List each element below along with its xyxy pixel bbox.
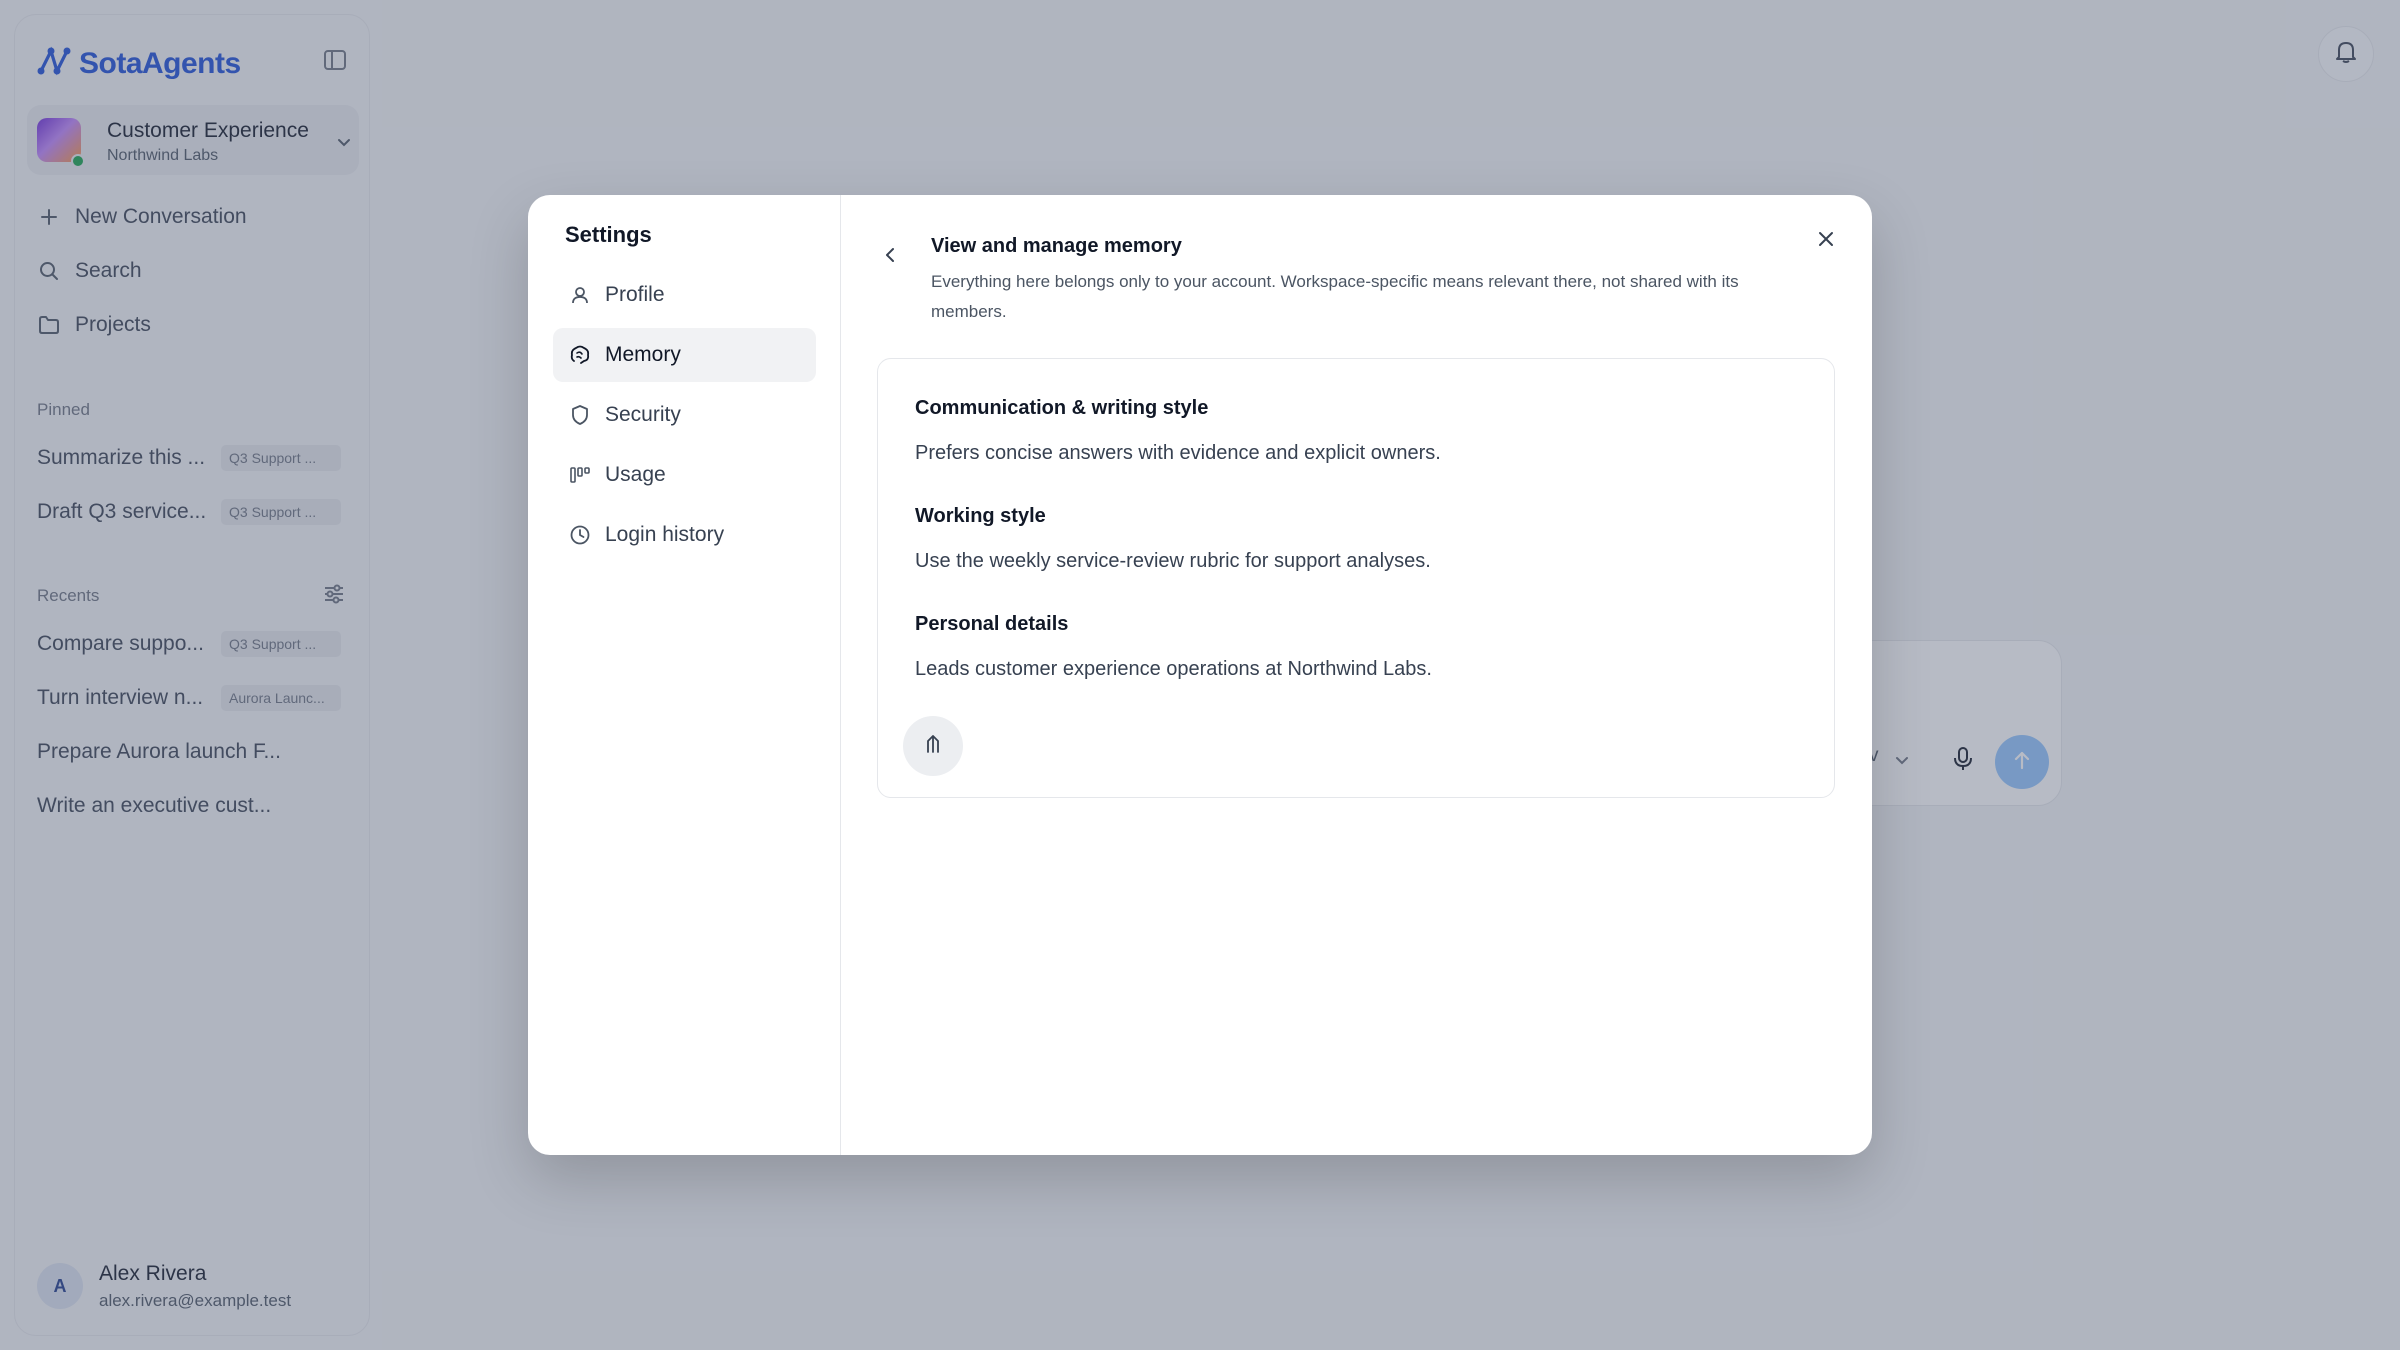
memory-action-button[interactable] bbox=[903, 716, 963, 776]
settings-item-label: Profile bbox=[605, 283, 665, 306]
usage-icon bbox=[569, 464, 591, 486]
memory-heading: Working style bbox=[915, 505, 1046, 527]
settings-title: Settings bbox=[565, 222, 652, 247]
brain-icon bbox=[569, 344, 591, 366]
chevron-left-icon bbox=[884, 246, 896, 269]
memory-action-icon bbox=[924, 733, 942, 760]
memory-entry[interactable]: Leads customer experience operations at … bbox=[915, 658, 1432, 681]
settings-item-label: Security bbox=[605, 403, 681, 426]
memory-heading: Personal details bbox=[915, 613, 1069, 635]
settings-item-usage[interactable]: Usage bbox=[553, 448, 816, 502]
settings-dialog: Settings Profile Memory Security Usage L… bbox=[528, 195, 1872, 1155]
close-button[interactable] bbox=[1812, 227, 1840, 255]
settings-item-label: Memory bbox=[605, 343, 681, 366]
user-icon bbox=[569, 284, 591, 306]
settings-nav: Settings Profile Memory Security Usage L… bbox=[528, 195, 841, 1155]
pane-title: View and manage memory bbox=[931, 235, 1182, 257]
pane-description: Everything here belongs only to your acc… bbox=[931, 272, 1739, 321]
settings-item-memory[interactable]: Memory bbox=[553, 328, 816, 382]
memory-list: Communication & writing style Prefers co… bbox=[877, 358, 1835, 798]
shield-icon bbox=[569, 404, 591, 426]
settings-item-login-history[interactable]: Login history bbox=[553, 508, 816, 562]
close-icon bbox=[1817, 230, 1835, 253]
settings-item-security[interactable]: Security bbox=[553, 388, 816, 442]
back-button[interactable] bbox=[876, 243, 904, 271]
settings-item-label: Usage bbox=[605, 463, 666, 486]
memory-heading: Communication & writing style bbox=[915, 397, 1209, 419]
clock-icon bbox=[569, 524, 591, 546]
settings-item-label: Login history bbox=[605, 523, 725, 546]
settings-item-profile[interactable]: Profile bbox=[553, 268, 816, 322]
memory-entry[interactable]: Use the weekly service-review rubric for… bbox=[915, 550, 1431, 573]
memory-entry[interactable]: Prefers concise answers with evidence an… bbox=[915, 442, 1441, 465]
